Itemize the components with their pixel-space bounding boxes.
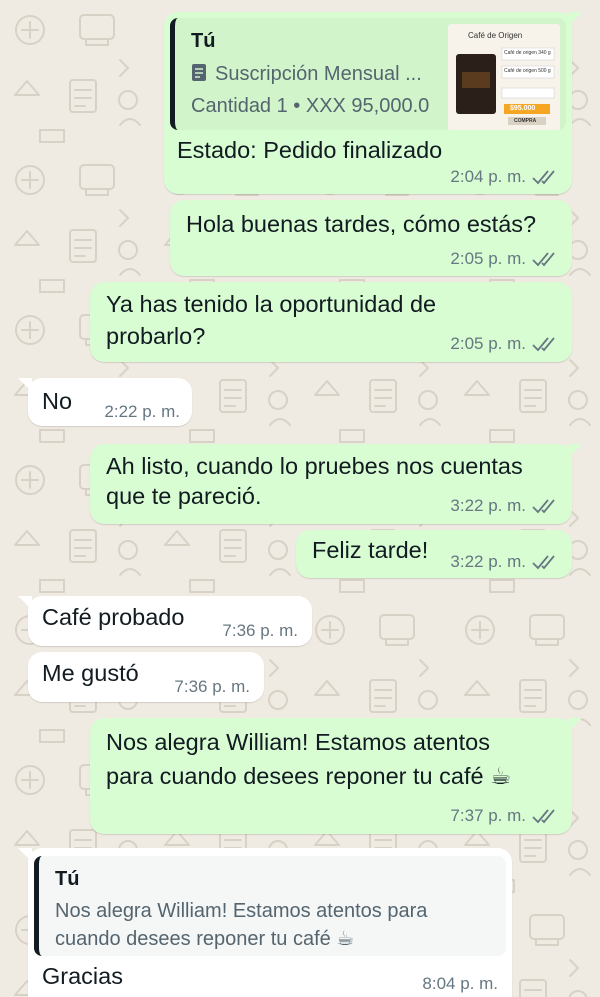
double-check-icon — [532, 170, 555, 185]
document-icon — [192, 64, 206, 81]
double-check-icon — [532, 809, 555, 824]
message-time: 2:05 p. m. — [450, 249, 526, 268]
quote-quantity: Cantidad 1 • XXX 95,000.0 — [191, 95, 430, 117]
message-bubble-outgoing[interactable]: Ya has tenido la oportunidad de probarlo… — [90, 282, 572, 362]
double-check-icon — [532, 555, 555, 570]
message-meta: 3:22 p. m. — [450, 552, 558, 572]
message-text-line-1: Nos alegra William! Estamos atentos — [106, 729, 490, 755]
quote-product-title: Suscripción Mensual ... — [191, 63, 422, 86]
message-meta: 2:04 p. m. — [450, 167, 558, 187]
message-text-line-1: Ya has tenido la oportunidad de — [106, 291, 437, 317]
message-time: 3:22 p. m. — [450, 496, 526, 515]
message-meta: 7:36 p. m. — [222, 621, 298, 641]
double-check-icon — [532, 499, 555, 514]
thumbnail-heading: Café de Origen — [468, 31, 523, 40]
thumbnail-price: $95.000 — [510, 105, 536, 112]
message-bubble-incoming[interactable]: Café probado 7:36 p. m. — [18, 596, 312, 646]
thumbnail-line-1: Café de origen 340 g — [504, 50, 551, 56]
message-time: 3:22 p. m. — [450, 552, 526, 571]
message-bubble-outgoing[interactable]: Nos alegra William! Estamos atentos para… — [90, 718, 582, 834]
message-time: 8:04 p. m. — [422, 974, 498, 993]
message-text: Me gustó — [42, 660, 139, 686]
message-time: 7:36 p. m. — [222, 621, 298, 640]
message-bubble-outgoing[interactable]: Feliz tarde! 3:22 p. m. — [296, 530, 572, 578]
message-time: 2:22 p. m. — [104, 402, 180, 421]
message-time: 2:05 p. m. — [450, 334, 526, 353]
message-text: Estado: Pedido finalizado — [177, 137, 443, 163]
message-text-line-2: que te pareció. — [106, 483, 262, 509]
quote-author: Tú — [55, 868, 80, 890]
message-meta: 8:04 p. m. — [422, 974, 498, 994]
double-check-icon — [532, 337, 555, 352]
message-bubble-outgoing[interactable]: Tú Suscripción Mensual ... Cantidad 1 • … — [164, 12, 582, 194]
message-meta: 7:36 p. m. — [174, 677, 250, 697]
message-text-line-1: Ah listo, cuando lo pruebes nos cuentas — [106, 453, 523, 479]
message-time: 2:04 p. m. — [450, 167, 526, 186]
quote-author: Tú — [191, 30, 216, 52]
message-text: Gracias — [42, 963, 123, 989]
quoted-product-reply[interactable]: Tú Suscripción Mensual ... Cantidad 1 • … — [170, 18, 566, 130]
thumbnail-line-2: Café de origen 500 g — [504, 68, 551, 74]
message-meta: 2:22 p. m. — [104, 402, 180, 422]
product-thumbnail: Café de Origen Café de origen 340 g Café… — [448, 24, 560, 130]
message-text-line-2: probarlo? — [106, 323, 206, 349]
message-time: 7:36 p. m. — [174, 677, 250, 696]
double-check-icon — [532, 252, 555, 267]
message-text-line-2: para cuando desees reponer tu café ☕ — [106, 763, 512, 789]
thumbnail-button: COMPRA — [514, 118, 537, 124]
message-meta: 2:05 p. m. — [450, 334, 558, 354]
message-bubble-incoming[interactable]: No 2:22 p. m. — [18, 378, 192, 426]
message-text: Feliz tarde! — [312, 537, 429, 563]
quote-text-line-2: cuando desees reponer tu café ☕ — [55, 928, 355, 950]
message-text: Café probado — [42, 604, 185, 630]
message-meta: 2:05 p. m. — [450, 249, 558, 269]
message-bubble-outgoing[interactable]: Ah listo, cuando lo pruebes nos cuentas … — [90, 444, 582, 524]
message-bubble-incoming[interactable]: Me gustó 7:36 p. m. — [28, 652, 264, 702]
message-meta: 3:22 p. m. — [450, 496, 558, 516]
message-bubble-outgoing[interactable]: Hola buenas tardes, cómo estás? 2:05 p. … — [170, 200, 572, 276]
quote-text-line-1: Nos alegra William! Estamos atentos para — [55, 900, 428, 922]
message-bubble-incoming[interactable]: Tú Nos alegra William! Estamos atentos p… — [18, 848, 512, 997]
quoted-message-reply[interactable]: Tú Nos alegra William! Estamos atentos p… — [34, 856, 506, 956]
message-time: 7:37 p. m. — [450, 806, 526, 825]
message-meta: 7:37 p. m. — [450, 806, 558, 826]
message-text: No — [42, 388, 73, 414]
message-text: Hola buenas tardes, cómo estás? — [186, 211, 537, 237]
